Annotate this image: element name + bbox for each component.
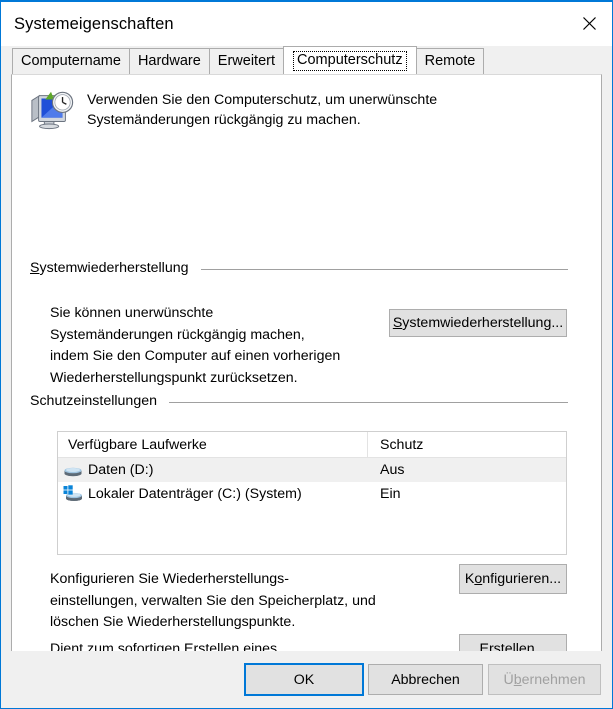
tab-erweitert[interactable]: Erweitert [208,48,285,74]
intro-text: Verwenden Sie den Computerschutz, um une… [87,92,438,128]
computerschutz-panel: Verwenden Sie den Computerschutz, um une… [11,74,602,666]
tab-hardware[interactable]: Hardware [128,48,210,74]
system-restore-icon [31,91,74,130]
tab-computerschutz[interactable]: Computerschutz [283,46,417,74]
dialog-button-bar: OK Abbrechen Übernehmen [1,651,612,708]
tab-strip: Computername Hardware Erweitert Computer… [1,46,612,74]
tab-label: Computerschutz [293,51,407,71]
system-restore-button[interactable]: Systemwiederherstellung... [389,309,567,337]
drive-icon [64,467,82,477]
ok-button[interactable]: OK [244,663,364,696]
button-label: Konfigurieren... [464,571,562,587]
group-separator [200,268,568,270]
protection-status: Ein [380,486,401,502]
column-header-drives: Verfügbare Laufwerke [58,432,368,457]
button-label: Übernehmen [503,671,586,688]
apply-button[interactable]: Übernehmen [488,664,601,695]
group-label: Systemwiederherstellung [30,260,189,276]
window-title: Systemeigenschaften [14,14,174,33]
drive-label: Daten (D:) [88,462,154,478]
configure-description: Konfigurieren Sie Wiederherstellungs- ei… [50,571,376,630]
intro-block: Verwenden Sie den Computerschutz, um une… [29,87,437,133]
tab-label: Erweitert [217,53,276,70]
button-label: Systemwiederherstellung... [392,315,564,331]
protection-status: Aus [380,462,405,478]
system-drive-icon [63,485,82,501]
button-label: OK [293,671,315,688]
drive-name-cell: Lokaler Datenträger (C:) (System) [58,484,368,504]
group-separator [169,401,568,403]
drive-label: Lokaler Datenträger (C:) (System) [88,486,302,502]
system-properties-dialog: Systemeigenschaften Computername Hardwar… [0,0,613,709]
tab-remote[interactable]: Remote [415,48,485,74]
cancel-button[interactable]: Abbrechen [368,664,483,695]
table-header-row: Verfügbare Laufwerke Schutz [58,432,566,458]
table-row[interactable]: Lokaler Datenträger (C:) (System) Ein [58,482,566,506]
tab-label: Computername [21,53,121,70]
title-bar: Systemeigenschaften [1,2,612,46]
column-header-protection: Schutz [380,436,424,453]
drive-name-cell: Daten (D:) [58,460,368,480]
group-label: Schutzeinstellungen [30,393,157,409]
table-row[interactable]: Daten (D:) Aus [58,458,566,482]
close-icon[interactable] [566,2,612,45]
tab-label: Remote [424,53,476,70]
tab-label: Hardware [137,53,201,70]
system-restore-description: Sie können unerwünschte Systemänderungen… [50,305,341,386]
button-label: Abbrechen [391,671,460,688]
group-header-schutzeinstellungen: Schutzeinstellungen [30,393,568,409]
group-header-systemwiederherstellung: Systemwiederherstellung [30,260,568,276]
configure-button[interactable]: Konfigurieren... [459,564,567,594]
tab-computername[interactable]: Computername [12,48,130,74]
available-drives-table[interactable]: Verfügbare Laufwerke Schutz Daten (D:) A… [57,431,567,555]
